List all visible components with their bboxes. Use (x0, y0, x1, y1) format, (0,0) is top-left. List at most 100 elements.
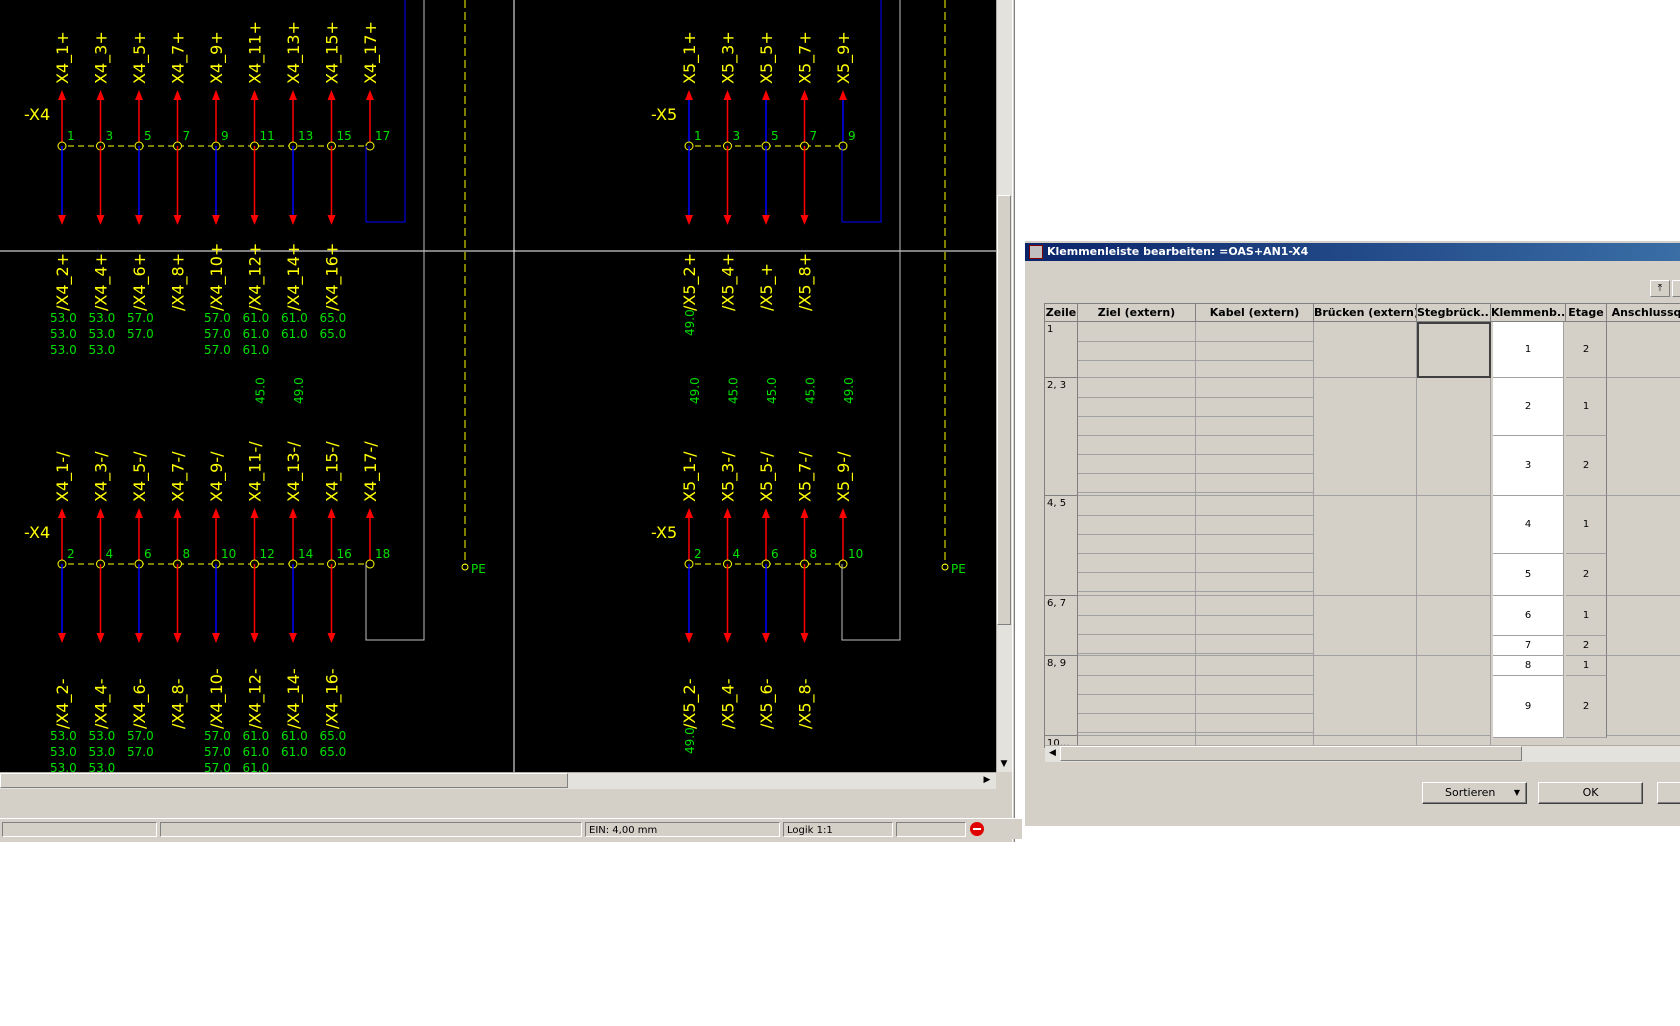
grid-cell[interactable] (1314, 496, 1417, 596)
grid-cell[interactable] (1417, 656, 1491, 736)
etage-cell[interactable]: 2 (1566, 676, 1607, 738)
top-wire-label-x4bot-0: X4_1-/ (53, 451, 73, 502)
horizontal-scroll-thumb[interactable] (0, 773, 568, 788)
etage-cell[interactable]: 2 (1566, 322, 1607, 378)
etage-cell[interactable]: 1 (1566, 496, 1607, 554)
sort-button-label: Sortieren (1445, 786, 1496, 799)
scroll-right-arrow-icon[interactable]: ▶ (979, 773, 995, 788)
arrow-up-x4bot-2 (135, 508, 143, 518)
etage-cell[interactable]: 1 (1566, 596, 1607, 636)
etage-cell[interactable]: 1 (1566, 378, 1607, 436)
grid-cell[interactable] (1314, 656, 1417, 736)
sort-up-icon[interactable]: ⤒ (1650, 280, 1670, 297)
terminal-number-cell[interactable]: 3 (1493, 436, 1564, 496)
terminal-number-x4top-3: 7 (183, 129, 191, 143)
terminal-number-cell[interactable]: 2 (1493, 378, 1564, 436)
dialog-titlebar[interactable]: Klemmenleiste bearbeiten: =OAS+AN1-X4 (1025, 243, 1680, 261)
terminal-number-cell[interactable]: 8 (1493, 656, 1564, 676)
grid-cell[interactable] (1078, 496, 1196, 596)
bottom-wire-label-x4bot-4: /X4_10- (207, 668, 227, 729)
schematic-drawing[interactable]: PE PE-X41X4_1+/X4_2+53.053.053.03X4_3+/X4… (0, 0, 996, 772)
grid-cell[interactable] (1607, 496, 1680, 596)
column-header-3[interactable]: Brücken (extern) (1314, 304, 1417, 322)
terminal-number-cell[interactable]: 1 (1493, 322, 1564, 378)
grid-cell[interactable] (1417, 496, 1491, 596)
arrow-up-x5top-1 (723, 90, 732, 100)
row-header[interactable]: 2, 3 (1045, 378, 1078, 496)
grid-subline (1078, 515, 1196, 516)
toolbar-button-partial[interactable] (1672, 280, 1680, 297)
grid-cell[interactable] (1314, 322, 1417, 378)
side-xref-x5top: 49.0 (683, 309, 697, 336)
terminal-grid[interactable]: Zeile Ziel (extern) Kabel (extern) Brücken … (1044, 303, 1680, 748)
grid-cell[interactable] (1607, 322, 1680, 378)
terminal-number-x5top-3: 7 (810, 129, 818, 143)
arrow-down-x4top-0 (58, 215, 66, 225)
vertical-scroll-thumb[interactable] (997, 195, 1011, 625)
row-header[interactable]: 8, 9 (1045, 656, 1078, 736)
cancel-button-partial[interactable] (1657, 782, 1680, 804)
xref-x4bot-1-1: 53.0 (89, 745, 116, 759)
xref-x4top-1-0: 53.0 (89, 311, 116, 325)
top-wire-label-x4top-1: X4_3+ (92, 31, 112, 84)
grid-cell[interactable] (1607, 596, 1680, 656)
xref-x4bot-2-0: 57.0 (127, 729, 154, 743)
grid-cell[interactable] (1314, 378, 1417, 496)
grid-cell[interactable] (1417, 378, 1491, 496)
column-header-5[interactable]: Klemmenb... (1491, 304, 1566, 322)
grid-cell[interactable] (1196, 656, 1314, 736)
grid-subline (1196, 675, 1314, 676)
arrow-down-x4bot-0 (58, 633, 66, 643)
top-wire-label-x4bot-4: X4_9-/ (207, 451, 227, 502)
column-header-6[interactable]: Etage (1566, 304, 1607, 322)
terminal-number-cell[interactable]: 5 (1493, 554, 1564, 596)
bottom-wire-label-x4top-0: /X4_2+ (53, 253, 73, 311)
column-header-7[interactable]: Anschlussq (1607, 304, 1680, 322)
etage-cell[interactable]: 2 (1566, 636, 1607, 656)
grid-cell[interactable] (1078, 322, 1196, 378)
grid-cell[interactable] (1417, 596, 1491, 656)
column-header-0[interactable]: Zeile (1045, 304, 1078, 322)
row-header[interactable]: 6, 7 (1045, 596, 1078, 656)
grid-cell[interactable] (1078, 596, 1196, 656)
xref-x4top-4-0: 57.0 (204, 311, 231, 325)
grid-cell[interactable] (1078, 656, 1196, 736)
column-header-1[interactable]: Ziel (extern) (1078, 304, 1196, 322)
etage-cell[interactable]: 2 (1566, 554, 1607, 596)
scroll-down-arrow-icon[interactable]: ▼ (997, 756, 1011, 772)
status-cell-2 (160, 822, 582, 837)
grid-cell[interactable] (1417, 322, 1491, 378)
grid-cell[interactable] (1196, 496, 1314, 596)
grid-cell[interactable] (1078, 378, 1196, 496)
row-header[interactable]: 1 (1045, 322, 1078, 378)
arrow-down-x4bot-4 (212, 633, 220, 643)
ok-button[interactable]: OK (1538, 782, 1643, 804)
bottom-wire-label-x5top-1: /X5_4+ (719, 253, 739, 311)
etage-cell[interactable]: 1 (1566, 656, 1607, 676)
grid-cell[interactable] (1196, 378, 1314, 496)
grid-cell[interactable] (1607, 378, 1680, 496)
arrow-down-x5bot-2 (762, 633, 770, 643)
column-header-4[interactable]: Stegbrück... (1417, 304, 1491, 322)
terminal-number-cell[interactable]: 7 (1493, 636, 1564, 656)
arrow-up-x5top-3 (800, 90, 809, 100)
etage-cell[interactable]: 2 (1566, 436, 1607, 496)
xref-x4top-6-0: 61.0 (281, 311, 308, 325)
terminal-number-cell[interactable]: 6 (1493, 596, 1564, 636)
terminal-number-cell[interactable]: 9 (1493, 676, 1564, 738)
terminal-number-cell[interactable]: 4 (1493, 496, 1564, 554)
grid-cell[interactable] (1196, 322, 1314, 378)
grid-cell[interactable] (1607, 656, 1680, 736)
sort-dropdown-button[interactable]: Sortieren ▼ (1422, 782, 1527, 804)
arrow-down-x5top-3 (800, 215, 809, 225)
row-header[interactable]: 4, 5 (1045, 496, 1078, 596)
stop-icon[interactable] (970, 822, 984, 836)
grid-horizontal-scroll-thumb[interactable] (1060, 746, 1522, 761)
grid-cell[interactable] (1314, 596, 1417, 656)
grid-cell[interactable] (1196, 596, 1314, 656)
arrow-down-x4top-5 (250, 215, 259, 225)
column-header-2[interactable]: Kabel (extern) (1196, 304, 1314, 322)
grid-scroll-left-arrow-icon[interactable]: ◀ (1045, 746, 1060, 761)
schematic-canvas[interactable]: PE PE -X4 1 X4_1+/X4_2+ 53.0 53.0 53.0 3 X4_3+/X4… (0, 0, 996, 772)
top-wire-label-x4top-0: X4_1+ (53, 31, 73, 84)
